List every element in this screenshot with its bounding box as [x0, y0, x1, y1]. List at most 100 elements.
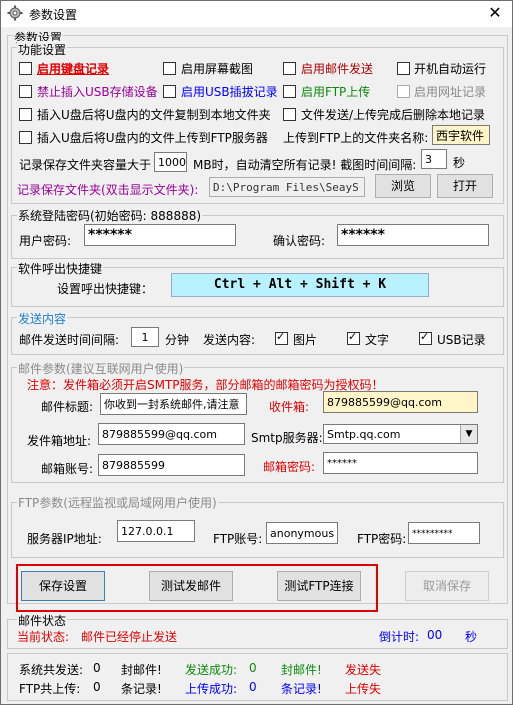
countdown-value: 00	[427, 628, 443, 642]
open-folder-button[interactable]: 打开	[437, 174, 493, 198]
ftp-password-label: FTP密码:	[357, 532, 407, 546]
upload-usb-ftp-label: 插入U盘后将U盘内的文件上传到FTP服务器	[37, 131, 268, 145]
url-log-checkbox[interactable]	[397, 85, 410, 98]
current-status-label: 当前状态:	[17, 630, 70, 644]
ftp-upload-checkbox[interactable]	[283, 85, 296, 98]
keyboard-log-label: 启用键盘记录	[37, 62, 110, 76]
send-text-checkbox[interactable]	[347, 330, 360, 345]
ftp-account-label: FTP账号:	[213, 532, 263, 546]
mail-interval-input[interactable]: 1	[131, 327, 159, 347]
mail-send-checkbox[interactable]	[283, 62, 296, 75]
chevron-down-icon[interactable]: ▼	[460, 425, 477, 443]
block-usb-storage-checkbox[interactable]	[19, 85, 32, 98]
screenshot-interval-input[interactable]: 3	[421, 149, 447, 169]
mail-interval-label: 邮件发送时间间隔:	[19, 333, 120, 347]
delete-after-send-checkbox[interactable]	[283, 108, 296, 121]
send-image-checkbox[interactable]	[275, 330, 288, 345]
user-password-input[interactable]: ******	[84, 224, 236, 246]
upload-success-unit: 条记录!	[281, 682, 322, 696]
mail-password-label: 邮箱密码:	[263, 460, 316, 474]
browse-button[interactable]: 浏览	[375, 174, 431, 198]
capacity-suffix-label: MB时，自动清空所有记录! 截图时间间隔:	[193, 158, 417, 172]
mail-interval-unit: 分钟	[165, 333, 190, 347]
mail-account-input[interactable]: 879885599	[98, 454, 245, 476]
window-title: 参数设置	[29, 8, 78, 22]
block-usb-storage-label: 禁止插入USB存储设备	[37, 85, 158, 99]
hotkey-input[interactable]: Ctrl + Alt + Shift + K	[171, 273, 429, 297]
hotkey-legend: 软件呼出快捷键	[17, 260, 104, 277]
smtp-select-value: Smtp.qq.com	[327, 428, 401, 441]
gear-icon	[7, 5, 23, 21]
test-mail-button[interactable]: 测试发邮件	[149, 571, 233, 601]
upload-usb-ftp-checkbox[interactable]	[19, 131, 32, 144]
ftp-folder-input[interactable]: 西宇软件	[432, 125, 490, 145]
total-sent-value: 0	[93, 661, 101, 675]
countdown-label: 倒计时:	[379, 630, 420, 644]
upload-success-label: 上传成功:	[185, 682, 238, 696]
autostart-checkbox[interactable]	[397, 62, 410, 75]
upload-fail-label: 上传失	[345, 682, 382, 696]
mail-subject-input[interactable]: 你收到一封系统邮件,请注意	[100, 393, 247, 415]
hotkey-label: 设置呼出快捷键：	[57, 282, 154, 296]
total-sent-unit: 封邮件!	[121, 663, 162, 677]
keyboard-log-checkbox[interactable]	[19, 62, 32, 75]
title-bar: 参数设置 ✕	[1, 1, 512, 27]
close-icon[interactable]: ✕	[484, 3, 506, 23]
mail-params-legend: 邮件参数(建议互联网用户使用)	[17, 360, 185, 377]
cancel-save-button[interactable]: 取消保存	[405, 571, 489, 601]
mail-status-legend: 邮件状态	[17, 612, 68, 629]
total-uploaded-label: FTP共上传:	[19, 682, 81, 696]
recipient-label: 收件箱:	[269, 400, 310, 414]
mail-subject-label: 邮件标题:	[41, 400, 94, 414]
send-text-label: 文字	[365, 333, 390, 347]
smtp-label: Smtp服务器:	[251, 431, 323, 445]
ftp-password-input[interactable]: *********	[408, 522, 480, 544]
usb-log-checkbox[interactable]	[163, 85, 176, 98]
copy-usb-local-label: 插入U盘后将U盘内的文件复制到本地文件夹	[37, 108, 271, 122]
screenshot-label: 启用屏幕截图	[181, 62, 254, 76]
upload-success-value: 0	[249, 680, 257, 694]
smtp-select[interactable]: Smtp.qq.com ▼	[323, 424, 478, 444]
mail-account-label: 邮箱账号:	[41, 462, 94, 476]
total-sent-label: 系统共发送:	[19, 663, 84, 677]
record-folder-label: 记录保存文件夹(双击显示文件夹):	[17, 183, 199, 197]
function-settings-legend: 功能设置	[17, 41, 68, 58]
recipient-input[interactable]: 879885599@qq.com	[323, 391, 478, 413]
countdown-unit: 秒	[465, 630, 478, 644]
ftp-account-input[interactable]: anonymous	[266, 522, 338, 544]
ftp-upload-label: 启用FTP上传	[301, 85, 371, 99]
ftp-folder-label: 上传到FTP上的文件夹名称:	[283, 131, 429, 145]
screenshot-checkbox[interactable]	[163, 62, 176, 75]
mail-send-label: 启用邮件发送	[301, 62, 374, 76]
total-uploaded-value: 0	[93, 680, 101, 694]
settings-window: 参数设置 ✕ 参数设置 功能设置 启用键盘记录 启用屏幕截图 启用邮件发送 开机…	[0, 0, 513, 705]
user-password-label: 用户密码:	[19, 234, 72, 248]
delete-after-send-label: 文件发送/上传完成后删除本地记录	[301, 108, 486, 122]
capacity-input[interactable]: 1000	[154, 152, 187, 172]
copy-usb-local-checkbox[interactable]	[19, 108, 32, 121]
current-status-value: 邮件已经停止发送	[81, 630, 178, 644]
send-usb-label: USB记录	[437, 333, 486, 347]
send-usb-checkbox[interactable]	[419, 330, 432, 345]
url-log-label: 启用网址记录	[414, 85, 487, 99]
confirm-password-label: 确认密码:	[273, 234, 326, 248]
autostart-label: 开机自动运行	[414, 62, 487, 76]
ftp-params-legend: FTP参数(远程监视或局域网用户使用)	[17, 494, 218, 511]
send-content-label: 发送内容:	[203, 333, 256, 347]
screenshot-interval-unit: 秒	[453, 156, 466, 170]
mail-password-input[interactable]: ******	[323, 452, 478, 474]
send-fail-label: 发送失	[345, 663, 382, 677]
send-image-label: 图片	[293, 333, 318, 347]
confirm-password-input[interactable]: ******	[337, 224, 489, 246]
login-password-legend: 系统登陆密码(初始密码: 888888)	[17, 207, 203, 224]
usb-log-label: 启用USB插拔记录	[181, 85, 278, 99]
send-success-label: 发送成功:	[185, 663, 238, 677]
ftp-ip-label: 服务器IP地址:	[27, 532, 102, 546]
record-folder-input[interactable]: D:\Program Files\SeayS	[209, 177, 365, 197]
test-ftp-button[interactable]: 测试FTP连接	[277, 571, 361, 601]
save-settings-button[interactable]: 保存设置	[21, 571, 105, 601]
sender-input[interactable]: 879885599@qq.com	[98, 423, 245, 445]
capacity-label: 记录保存文件夹容量大于	[19, 158, 152, 172]
sender-label: 发件箱地址:	[27, 434, 92, 448]
ftp-ip-input[interactable]: 127.0.0.1	[117, 520, 195, 542]
